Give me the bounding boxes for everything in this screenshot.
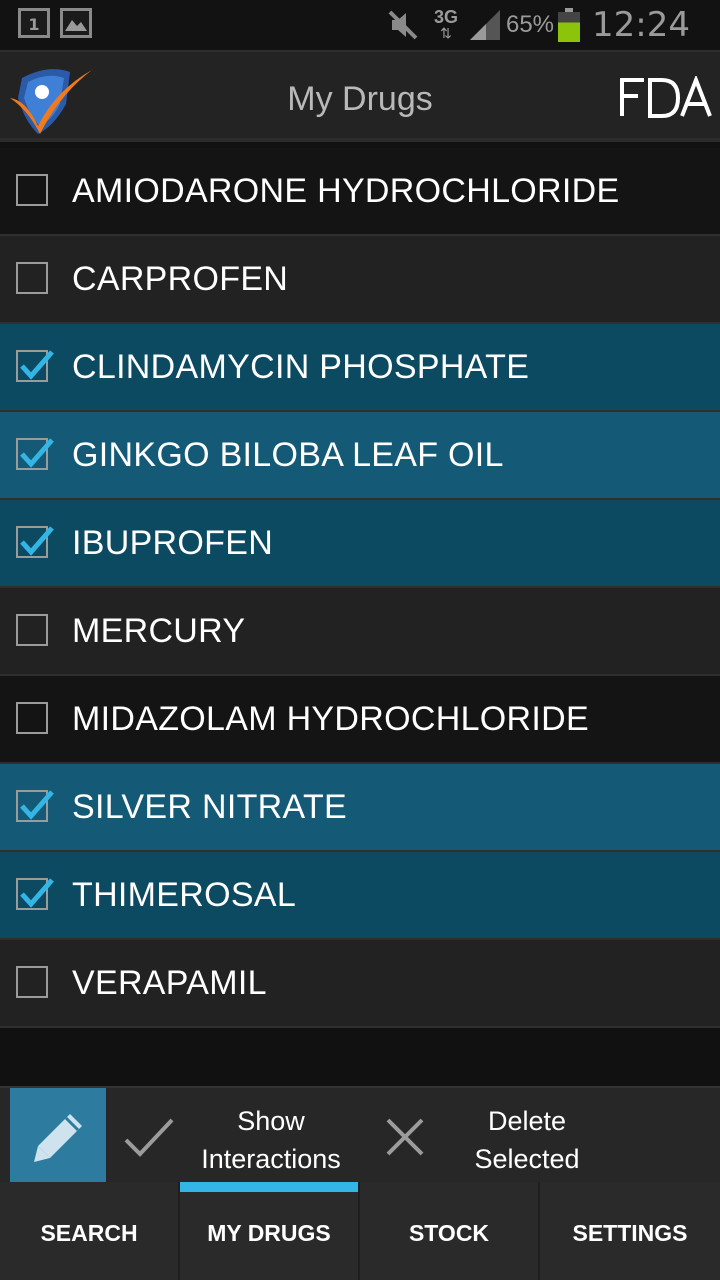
checkbox[interactable] [16, 526, 54, 558]
drug-name: THIMEROSAL [72, 876, 297, 914]
drug-row[interactable]: SILVER NITRATE [0, 764, 720, 852]
drug-row[interactable]: THIMEROSAL [0, 852, 720, 940]
page-title: My Drugs [287, 80, 433, 118]
tab-stock[interactable]: STOCK [360, 1182, 540, 1280]
drug-name: AMIODARONE HYDROCHLORIDE [72, 172, 620, 210]
drug-row[interactable]: VERAPAMIL [0, 940, 720, 1028]
show-interactions-line1: Show [237, 1106, 305, 1136]
delete-selected-button[interactable]: Delete Selected [446, 1102, 608, 1178]
fda-logo-icon[interactable] [618, 76, 714, 120]
drug-row[interactable]: CARPROFEN [0, 236, 720, 324]
show-interactions-button[interactable]: Show Interactions [186, 1102, 356, 1178]
drug-name: CLINDAMYCIN PHOSPHATE [72, 348, 530, 386]
tab-label: SEARCH [40, 1220, 138, 1246]
contextual-action-bar: Show Interactions Delete Selected [0, 1086, 720, 1184]
active-tab-indicator [180, 1182, 358, 1192]
checkmark-icon [20, 526, 54, 556]
drug-row[interactable]: IBUPROFEN [0, 500, 720, 588]
drug-row[interactable]: AMIODARONE HYDROCHLORIDE [0, 148, 720, 236]
tab-label: STOCK [408, 1220, 490, 1246]
battery-icon [558, 8, 581, 42]
tab-settings[interactable]: SETTINGS [540, 1182, 720, 1280]
delete-selected-line2: Selected [474, 1144, 580, 1174]
checkbox[interactable] [16, 702, 48, 734]
checkbox[interactable] [16, 878, 54, 910]
checkmark-icon[interactable] [122, 1116, 176, 1160]
drug-row[interactable]: CLINDAMYCIN PHOSPHATE [0, 324, 720, 412]
calendar-icon: 1 [18, 8, 50, 38]
network-type: 3G [433, 7, 458, 27]
drug-name: MERCURY [72, 612, 246, 650]
tab-label: MY DRUGS [207, 1220, 331, 1246]
delete-selected-line1: Delete [487, 1106, 567, 1136]
status-bar: 1 3G ⇅ 65% 12:24 [0, 0, 720, 50]
checkmark-icon [20, 790, 54, 820]
show-interactions-line2: Interactions [201, 1144, 341, 1174]
tab-label: SETTINGS [572, 1220, 688, 1246]
calendar-day: 1 [28, 15, 40, 34]
drug-name: MIDAZOLAM HYDROCHLORIDE [72, 700, 589, 738]
tab-my-drugs[interactable]: MY DRUGS [180, 1182, 360, 1280]
drug-name: CARPROFEN [72, 260, 289, 298]
checkbox[interactable] [16, 438, 54, 470]
checkmark-icon [20, 438, 54, 468]
signal-icon [469, 10, 500, 40]
clock: 12:24 [592, 5, 690, 45]
drug-name: VERAPAMIL [72, 964, 267, 1002]
tab-search[interactable]: SEARCH [0, 1182, 180, 1280]
action-bar: My Drugs [0, 50, 720, 142]
checkbox[interactable] [16, 614, 48, 646]
drug-name: SILVER NITRATE [72, 788, 347, 826]
edit-button[interactable] [10, 1088, 106, 1184]
drug-row[interactable]: MIDAZOLAM HYDROCHLORIDE [0, 676, 720, 764]
drug-list: AMIODARONE HYDROCHLORIDE CARPROFEN CLIND… [0, 148, 720, 1028]
close-icon[interactable] [384, 1116, 426, 1158]
drug-row[interactable]: GINKGO BILOBA LEAF OIL [0, 412, 720, 500]
checkbox[interactable] [16, 966, 48, 998]
checkmark-icon [20, 878, 54, 908]
battery-percent: 65% [505, 11, 555, 38]
checkmark-icon [20, 350, 54, 380]
drug-row[interactable]: MERCURY [0, 588, 720, 676]
network-indicator: 3G ⇅ [433, 7, 458, 41]
drug-name: GINKGO BILOBA LEAF OIL [72, 436, 504, 474]
image-icon [60, 8, 92, 38]
checkbox[interactable] [16, 350, 54, 382]
bottom-tab-bar: SEARCH MY DRUGS STOCK SETTINGS [0, 1182, 720, 1280]
pencil-icon [34, 1114, 82, 1162]
checkbox[interactable] [16, 262, 48, 294]
drug-name: IBUPROFEN [72, 524, 274, 562]
mute-icon [388, 10, 418, 40]
checkbox[interactable] [16, 790, 54, 822]
checkbox[interactable] [16, 174, 48, 206]
